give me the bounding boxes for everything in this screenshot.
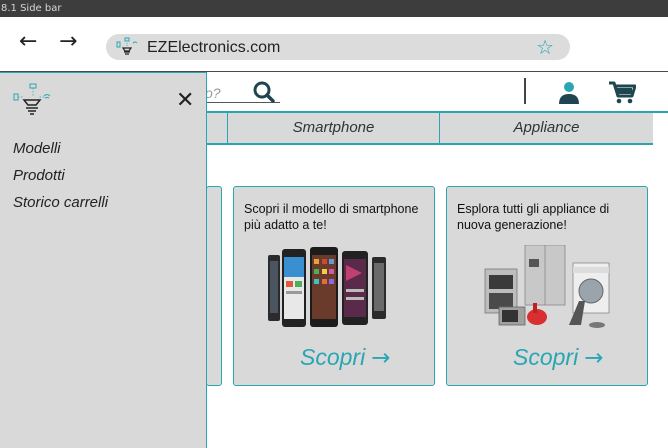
magnifier-icon[interactable] — [252, 80, 276, 104]
search-input[interactable]: o? — [205, 85, 221, 101]
cart-icon[interactable] — [608, 80, 636, 106]
ezelectronics-logo[interactable] — [12, 82, 52, 118]
browser-toolbar: ← → EZElectronics.com ☆ — [0, 17, 668, 72]
star-icon[interactable]: ☆ — [536, 35, 554, 59]
card-description: Scopri il modello di smartphone più adat… — [244, 202, 419, 232]
user-icon[interactable] — [556, 80, 582, 106]
frame-label: 8.1 Side bar — [0, 0, 668, 17]
url-text: EZElectronics.com — [147, 39, 281, 56]
arrow-right-icon: → — [371, 345, 391, 371]
smartphones-image — [268, 247, 386, 327]
tab-appliance[interactable]: Appliance — [439, 113, 653, 143]
side-bar: ✕ Modelli Prodotti Storico carrelli — [0, 72, 207, 448]
sidebar-item-modelli[interactable]: Modelli — [13, 140, 61, 157]
arrow-right-icon: → — [584, 345, 604, 371]
address-bar[interactable]: EZElectronics.com ☆ — [106, 34, 570, 60]
category-bar: Smartphone Appliance — [205, 113, 653, 145]
sidebar-item-storico-carrelli[interactable]: Storico carrelli — [13, 194, 108, 211]
card-description: Esplora tutti gli appliance di nuova gen… — [457, 202, 610, 232]
sidebar-item-prodotti[interactable]: Prodotti — [13, 167, 65, 184]
promo-card-hidden — [206, 186, 222, 386]
discover-button[interactable]: Scopri → — [300, 344, 390, 371]
back-button[interactable]: ← — [19, 31, 37, 53]
promo-card-smartphone[interactable]: Scopri il modello di smartphone più adat… — [233, 186, 435, 386]
discover-button[interactable]: Scopri → — [513, 344, 603, 371]
header-divider — [524, 78, 526, 104]
forward-button[interactable]: → — [59, 31, 77, 53]
discover-button-label: Scopri — [300, 344, 366, 370]
close-icon[interactable]: ✕ — [176, 90, 194, 112]
promo-card-appliance[interactable]: Esplora tutti gli appliance di nuova gen… — [446, 186, 648, 386]
site-logo-icon — [116, 37, 138, 55]
tab-smartphone[interactable]: Smartphone — [227, 113, 439, 143]
appliances-image — [484, 245, 610, 328]
discover-button-label: Scopri — [513, 344, 579, 370]
